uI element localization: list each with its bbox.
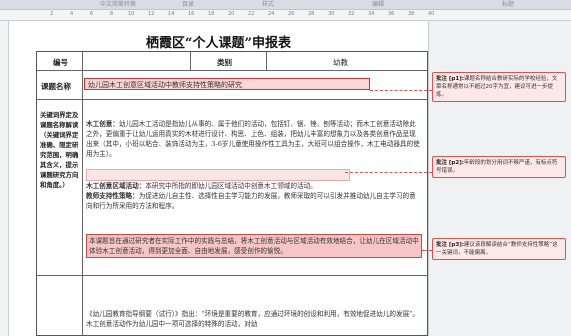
ruler-number: 34 [368, 11, 375, 17]
comment-p3[interactable]: 批注 [p3]:建议该段解读结合“教师支持性策略”这一关键词，不能偏离。 [432, 238, 566, 260]
ribbon-label[interactable]: 编辑 [372, 0, 384, 9]
ribbon-label[interactable]: 样式 [262, 0, 274, 9]
ruler-number: 12 [148, 11, 155, 17]
comment-label: 批注 [p2]: [436, 160, 464, 166]
ribbon-label[interactable]: 目录 [182, 0, 194, 9]
label-keyword-definition: 关键词界定及课题名称解读（关键词界定准确、限定研究范围，明确其含义，提示课题研究… [40, 111, 79, 189]
topic-name-field[interactable]: 幼儿园木工创意区域活动中教师支持性策略的研究 [84, 78, 370, 90]
page-title: 栖霞区“个人课题”申报表 [146, 36, 291, 51]
comment-label: 批注 [p1]: [436, 76, 464, 82]
paragraph-purpose-highlighted[interactable]: 本课题旨在通过研究者在实际工作中的实践与总结，将木工创意活动与区域活动有效地结合… [86, 234, 422, 258]
ruler-number: 30 [328, 11, 335, 17]
ruler-number: 24 [268, 11, 275, 17]
ruler-number: 28 [308, 11, 315, 17]
category-value[interactable]: 幼教 [333, 57, 348, 68]
ruler-number: 36 [388, 11, 395, 17]
term-support-strategy: 教师支持性策略： [86, 192, 139, 200]
paragraph-woodwork-area[interactable]: 木工创意区域活动：本研究中所指的即幼儿园区域活动中创意木工领域的活动。 [86, 181, 422, 191]
comment-p1[interactable]: 批注 [p1]:课题名称结合教研实际的学校经验，文章名称通常以不超过20字为宜，… [432, 72, 566, 102]
ruler-number: 38 [408, 11, 415, 17]
ruler-number: 26 [288, 11, 295, 17]
horizontal-ruler[interactable]: 2 4 6 8 10 12 14 16 18 20 22 24 26 28 30… [0, 10, 571, 21]
ruler-number: 40 [428, 11, 435, 17]
comment-label: 批注 [p3]: [436, 242, 464, 248]
paragraph-woodwork-creativity[interactable]: 木工创意：幼儿园木工活动是指幼儿从事的、属于他们的活动，包括钉、锯、锉、刨等活动… [86, 119, 422, 159]
ruler-number: 8 [110, 11, 114, 17]
paragraph-guidelines[interactable]: 《幼儿园教育指导纲要（试行）》指出：“环境是重要的教育，应通过环境的创设和利用，… [86, 309, 422, 329]
label-category: 类别 [217, 58, 232, 67]
paragraph-support-strategy[interactable]: 教师支持性策略：为促进幼儿自主性、选择性自主学习能力的发展，教师采取的可以引发并… [86, 191, 422, 211]
ruler-number: 2 [50, 11, 54, 17]
ruler-number: 10 [128, 11, 135, 17]
document-page[interactable]: 栖霞区“个人课题”申报表 编号 类别 幼教 课题名称 关键词界定及课题名称解读（… [9, 21, 429, 336]
comment-pane [429, 21, 571, 336]
ruler-number: 16 [188, 11, 195, 17]
ribbon-label[interactable]: 中文简繁转换 [100, 0, 136, 9]
ruler-number: 22 [248, 11, 255, 17]
highlight-age-range [86, 169, 350, 181]
ribbon-label[interactable]: 标题 [502, 0, 514, 9]
label-topic-name: 课题名称 [41, 82, 71, 91]
term-woodwork-area: 木工创意区域活动： [86, 182, 146, 190]
ruler-number: 6 [90, 11, 94, 17]
vertical-ruler[interactable] [0, 21, 9, 336]
label-number: 编号 [53, 58, 68, 67]
ruler-number: 32 [348, 11, 355, 17]
ribbon-strip: 中文简繁转换 目录 样式 编辑 标题 [0, 0, 571, 10]
ruler-number: 4 [70, 11, 74, 17]
term-woodwork-creativity: 木工创意： [86, 120, 119, 128]
ruler-number: 14 [168, 11, 175, 17]
ruler-number: 18 [208, 11, 215, 17]
comment-p2[interactable]: 批注 [p2]:年龄段的划分用词不够严谨，有标点符号错误。 [432, 156, 566, 178]
ruler-number: 20 [228, 11, 235, 17]
